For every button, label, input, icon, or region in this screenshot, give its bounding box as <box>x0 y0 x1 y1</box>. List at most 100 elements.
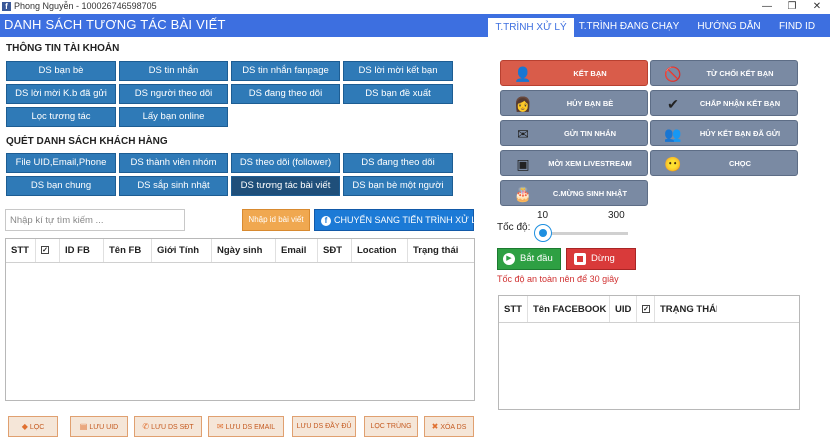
group-members-button[interactable]: DS thành viên nhóm <box>119 153 228 173</box>
invite-livestream-button[interactable]: ▣ MỜI XEM LIVESTREAM <box>500 150 648 176</box>
tab-running[interactable]: T.TRÌNH ĐANG CHẠY <box>578 17 680 37</box>
clear-list-label: XÓA DS <box>440 424 467 431</box>
trash-icon: ✖ <box>431 422 439 431</box>
save-email-button[interactable]: ✉ LƯU DS EMAIL <box>208 416 284 437</box>
unfriend-button[interactable]: 👩 HỦY BẠN BÈ <box>500 90 648 116</box>
column-header[interactable]: TRẠNG THÁI <box>655 296 717 322</box>
upcoming-birthdays-button[interactable]: DS sắp sinh nhật <box>119 176 228 196</box>
phone-icon: ✆ <box>142 422 150 431</box>
column-header[interactable]: STT <box>6 239 36 262</box>
column-header[interactable]: SĐT <box>318 239 352 262</box>
stop-button[interactable]: Dừng <box>566 248 636 270</box>
speed-max-label: 300 <box>608 210 625 221</box>
friend-requests-button[interactable]: DS lời mời kết bạn <box>343 61 453 81</box>
tab-find-id[interactable]: FIND ID <box>772 17 822 37</box>
window-titlebar: f Phong Nguyễn - 100026746598705 — ❐ ✕ <box>0 0 830 14</box>
person-friends-button[interactable]: DS bạn bè một người <box>343 176 453 196</box>
send-message-button[interactable]: ✉ GỬI TIN NHẮN <box>500 120 648 146</box>
save-uid-button[interactable]: ▤ LƯU UID <box>70 416 128 437</box>
remove-duplicates-button[interactable]: LỌC TRÙNG <box>364 416 418 437</box>
accept-friend-label: CHẤP NHẬN KẾT BẠN <box>699 99 781 108</box>
decline-friend-button[interactable]: 🚫 TỪ CHỐI KẾT BẠN <box>650 60 798 86</box>
search-input[interactable]: Nhập kí tự tìm kiếm ... <box>5 209 185 231</box>
birthday-wish-button[interactable]: 🎂 C.MỪNG SINH NHẬT <box>500 180 648 206</box>
column-header[interactable]: Location <box>352 239 408 262</box>
invite-livestream-label: MỜI XEM LIVESTREAM <box>548 159 632 168</box>
mutual-friends-button[interactable]: DS bạn chung <box>6 176 116 196</box>
messages-list-button[interactable]: DS tin nhắn <box>119 61 228 81</box>
sent-requests-button[interactable]: DS lời mời K.b đã gửi <box>6 84 116 104</box>
table-header: STT ✓ ID FB Tên FB Giới Tính Ngày sinh E… <box>6 239 474 263</box>
column-header[interactable]: Giới Tính <box>152 239 212 262</box>
facebook-icon: f <box>2 2 11 11</box>
select-all-checkbox[interactable]: ✓ <box>36 239 60 262</box>
app-header: DANH SÁCH TƯƠNG TÁC BÀI VIẾT T.TRÌNH XỬ … <box>0 14 830 37</box>
filter-label: LỌC <box>29 424 45 431</box>
poke-button[interactable]: 😶 CHỌC <box>650 150 798 176</box>
stop-icon <box>574 253 586 265</box>
scan-customers-heading: QUÉT DANH SÁCH KHÁCH HÀNG <box>6 136 168 147</box>
send-message-label: GỬI TIN NHẮN <box>563 129 617 138</box>
following-button[interactable]: DS đang theo dõi <box>231 84 340 104</box>
following-scan-button[interactable]: DS đang theo dõi <box>343 153 453 173</box>
column-header[interactable]: Trạng thái <box>408 239 474 262</box>
close-button[interactable]: ✕ <box>805 0 829 14</box>
followers-button[interactable]: DS người theo dõi <box>119 84 228 104</box>
column-header[interactable]: Tên FB <box>104 239 152 262</box>
start-button[interactable]: ▶ Bắt đầu <box>497 248 561 270</box>
column-header[interactable]: Email <box>276 239 318 262</box>
switch-process-button[interactable]: f CHUYỂN SANG TIẾN TRÌNH XỬ LÝ <box>314 209 482 231</box>
envelope-icon: ✉ <box>517 126 529 142</box>
file-uid-button[interactable]: File UID,Email,Phone <box>6 153 116 173</box>
checkbox-icon: ✓ <box>642 305 650 314</box>
add-friend-label: KẾT BẠN <box>573 69 607 78</box>
speed-slider-handle[interactable] <box>534 224 552 242</box>
suggested-friends-button[interactable]: DS bạn đề xuất <box>343 84 453 104</box>
accept-friend-button[interactable]: ✔ CHẤP NHẬN KẾT BẠN <box>650 90 798 116</box>
post-interactions-button[interactable]: DS tương tác bài viết <box>231 176 340 196</box>
page-title: DANH SÁCH TƯƠNG TÁC BÀI VIẾT <box>4 17 226 32</box>
unfriend-label: HỦY BẠN BÈ <box>566 99 614 108</box>
status-table[interactable]: STT Tên FACEBOOK UID ✓ TRẠNG THÁI <box>498 295 800 410</box>
add-friend-button[interactable]: 👤 KẾT BẠN <box>500 60 648 86</box>
fanpage-messages-button[interactable]: DS tin nhắn fanpage <box>231 61 340 81</box>
poke-label: CHỌC <box>728 159 752 168</box>
status-table-header: STT Tên FACEBOOK UID ✓ TRẠNG THÁI <box>499 296 799 323</box>
column-header[interactable]: ID FB <box>60 239 104 262</box>
follower-scan-button[interactable]: DS theo dõi (follower) <box>231 153 340 173</box>
cancel-sent-request-button[interactable]: 👥 HỦY KẾT BẠN ĐÃ GỬI <box>650 120 798 146</box>
window-title: Phong Nguyễn - 100026746598705 <box>14 1 157 11</box>
filter-button[interactable]: ◆ LỌC <box>8 416 58 437</box>
column-header[interactable]: Ngày sinh <box>212 239 276 262</box>
facebook-icon: f <box>321 216 331 226</box>
clear-list-button[interactable]: ✖ XÓA DS <box>424 416 474 437</box>
save-uid-label: LƯU UID <box>89 424 119 431</box>
column-header[interactable]: STT <box>499 296 528 322</box>
restore-button[interactable]: ❐ <box>780 0 804 14</box>
tab-process[interactable]: T.TRÌNH XỬ LÝ <box>487 17 575 37</box>
save-email-label: LƯU DS EMAIL <box>225 424 276 431</box>
decline-friend-label: TỪ CHỐI KẾT BẠN <box>706 69 774 78</box>
birthday-wish-label: C.MỪNG SINH NHẬT <box>552 189 628 198</box>
filter-interaction-button[interactable]: Lọc tương tác <box>6 107 116 127</box>
account-info-heading: THÔNG TIN TÀI KHOẢN <box>6 43 120 54</box>
tab-guide[interactable]: HƯỚNG DẪN <box>690 17 768 37</box>
poke-face-icon: 😶 <box>664 156 682 172</box>
cancel-sent-request-label: HỦY KẾT BẠN ĐÃ GỬI <box>699 129 781 138</box>
friends-list-button[interactable]: DS bạn bè <box>6 61 116 81</box>
online-friends-button[interactable]: Lấy bạn online <box>119 107 228 127</box>
speed-label: Tốc độ: <box>497 222 531 233</box>
select-all-checkbox[interactable]: ✓ <box>637 296 655 322</box>
stop-label: Dừng <box>591 253 615 264</box>
play-icon: ▶ <box>503 253 515 265</box>
save-phone-button[interactable]: ✆ LƯU DS SĐT <box>134 416 202 437</box>
email-icon: ✉ <box>216 422 224 431</box>
import-post-id-button[interactable]: Nhập id bài viết <box>242 209 310 231</box>
minimize-button[interactable]: — <box>755 0 779 14</box>
speed-warning: Tốc độ an toàn nên để 30 giây <box>497 274 619 284</box>
column-header[interactable]: Tên FACEBOOK <box>528 296 610 322</box>
customer-table[interactable]: STT ✓ ID FB Tên FB Giới Tính Ngày sinh E… <box>5 238 475 401</box>
column-header[interactable]: UID <box>610 296 637 322</box>
save-full-button[interactable]: LƯU DS ĐẦY ĐỦ <box>292 416 356 437</box>
block-icon: 🚫 <box>664 66 682 82</box>
